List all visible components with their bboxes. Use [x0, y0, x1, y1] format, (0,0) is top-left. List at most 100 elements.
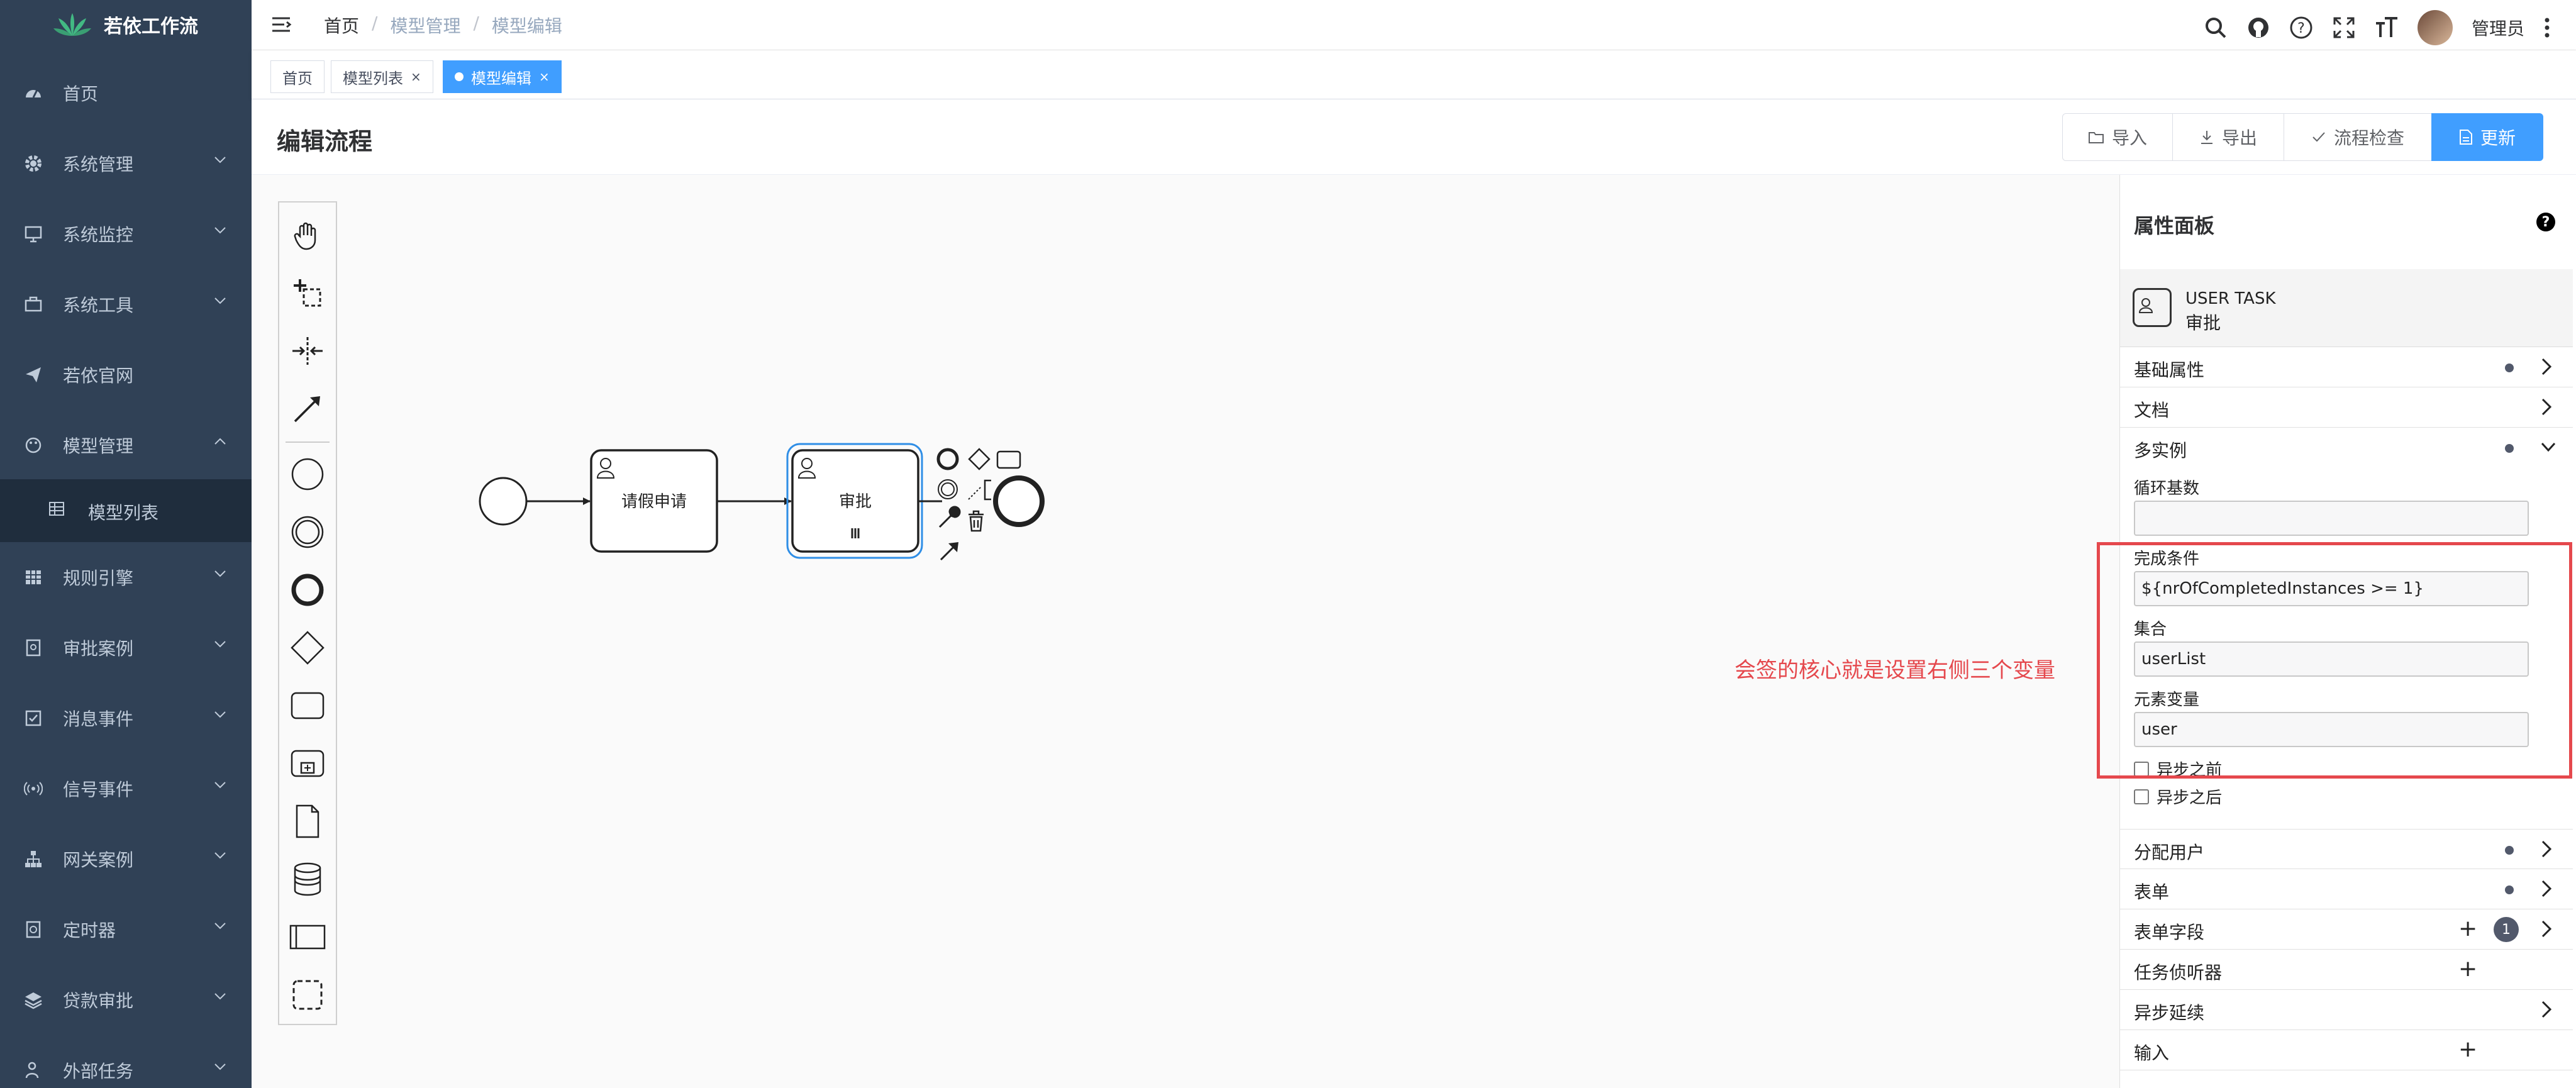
- properties-title: 属性面板: [2134, 214, 2215, 238]
- user-task-icon: [2133, 288, 2172, 327]
- data-object-icon[interactable]: [279, 796, 336, 847]
- hamburger-icon[interactable]: [270, 14, 292, 35]
- sidebar-item-loan[interactable]: 贷款审批: [0, 969, 252, 1031]
- help-icon[interactable]: ?: [2536, 213, 2555, 231]
- sidebar-item-system[interactable]: 系统管理: [0, 132, 252, 195]
- gateway-icon[interactable]: [279, 623, 336, 673]
- group-assignment[interactable]: 分配用户: [2120, 829, 2573, 869]
- count-badge: 1: [2494, 917, 2519, 942]
- sidebar-item-label: 系统管理: [63, 154, 134, 175]
- append-task-icon[interactable]: [996, 450, 1021, 469]
- github-icon[interactable]: [2246, 16, 2270, 40]
- sidebar-item-rules[interactable]: 规则引擎: [0, 546, 252, 609]
- avatar[interactable]: [2417, 10, 2453, 45]
- end-event[interactable]: [993, 475, 1045, 527]
- sidebar-item-signal[interactable]: 信号事件: [0, 757, 252, 820]
- append-gateway-icon[interactable]: [968, 448, 991, 470]
- group-async-continuations[interactable]: 异步延续: [2120, 990, 2573, 1030]
- append-end-event-icon[interactable]: [936, 448, 959, 470]
- question-icon[interactable]: ?: [2289, 16, 2313, 40]
- user-name[interactable]: 管理员: [2472, 15, 2524, 40]
- page-title: 编辑流程: [277, 128, 373, 155]
- start-event[interactable]: [479, 477, 528, 526]
- sidebar-item-message[interactable]: 消息事件: [0, 687, 252, 750]
- bpmn-canvas[interactable]: 请假申请 审批: [252, 175, 2119, 1088]
- group-label: 基础属性: [2134, 360, 2205, 380]
- sidebar-item-website[interactable]: 若依官网: [0, 343, 252, 406]
- task-icon[interactable]: [279, 680, 336, 731]
- group-label: 任务侦听器: [2134, 962, 2223, 983]
- group-icon[interactable]: [279, 970, 336, 1020]
- loop-cardinality-input[interactable]: [2134, 501, 2529, 536]
- sidebar-item-model[interactable]: 模型管理: [0, 414, 252, 477]
- checkbox-icon[interactable]: [2134, 789, 2149, 804]
- fullscreen-icon[interactable]: [2332, 16, 2356, 40]
- add-icon[interactable]: +: [2458, 916, 2477, 941]
- page-header: 编辑流程 导入 导出 流程检查 更新: [252, 99, 2576, 175]
- sidebar-item-gateway[interactable]: 网关案例: [0, 828, 252, 891]
- sidebar-subitem-model-list[interactable]: 模型列表: [0, 479, 252, 542]
- sidebar-item-label: 首页: [63, 84, 99, 104]
- tag-label: 首页: [282, 69, 313, 87]
- chevron-down-icon: [214, 711, 226, 718]
- group-input[interactable]: 输入 +: [2120, 1030, 2573, 1070]
- data-marker-icon: [2505, 885, 2514, 894]
- sidebar-item-label: 审批案例: [63, 638, 134, 659]
- font-size-icon[interactable]: [2375, 16, 2399, 40]
- tag-label: 模型编辑: [471, 69, 531, 87]
- group-form-fields[interactable]: 表单字段 + 1: [2120, 909, 2573, 950]
- pool-icon[interactable]: [279, 912, 336, 962]
- check-button[interactable]: 流程检查: [2284, 113, 2432, 161]
- more-vertical-icon[interactable]: [2543, 16, 2551, 39]
- gear-icon: [23, 153, 44, 174]
- sidebar: 若依工作流 首页 系统管理 系统监控 系统工具 若依官网 模型管理 模型列表 规…: [0, 0, 252, 1088]
- chevron-up-icon: [214, 438, 226, 445]
- group-label: 多实例: [2134, 440, 2187, 461]
- async-after-checkbox[interactable]: 异步之后: [2134, 785, 2222, 808]
- sidebar-item-monitor[interactable]: 系统监控: [0, 203, 252, 265]
- group-form[interactable]: 表单: [2120, 869, 2573, 909]
- breadcrumb-item[interactable]: 首页: [324, 13, 359, 38]
- subprocess-icon[interactable]: [279, 738, 336, 789]
- dashboard-icon: [23, 82, 44, 104]
- sidebar-item-approval[interactable]: 审批案例: [0, 616, 252, 679]
- append-intermediate-event-icon[interactable]: [938, 479, 958, 499]
- sidebar-item-tools[interactable]: 系统工具: [0, 273, 252, 336]
- sidebar-item-home[interactable]: 首页: [0, 62, 252, 125]
- annotation-text: 会签的核心就是设置右侧三个变量: [1735, 658, 2055, 683]
- sidebar-item-timer[interactable]: 定时器: [0, 898, 252, 961]
- chevron-right-icon: [2541, 880, 2552, 897]
- data-store-icon[interactable]: [279, 854, 336, 904]
- tag-home[interactable]: 首页: [270, 60, 325, 93]
- app-logo[interactable]: 若依工作流: [0, 0, 252, 49]
- async-after-label: 异步之后: [2157, 789, 2223, 808]
- data-marker-icon: [2505, 846, 2514, 855]
- group-multi-instance[interactable]: 多实例: [2120, 428, 2573, 468]
- sidebar-item-label: 若依官网: [63, 365, 134, 386]
- group-task-listeners[interactable]: 任务侦听器 +: [2120, 950, 2573, 990]
- wrench-icon[interactable]: [938, 506, 961, 528]
- task-leave-request-label: 请假申请: [621, 492, 687, 511]
- annotation-bracket-icon[interactable]: [984, 479, 991, 501]
- sidebar-item-external-task[interactable]: 外部任务: [0, 1039, 252, 1088]
- sidebar-item-label: 定时器: [63, 920, 116, 941]
- add-icon[interactable]: +: [2458, 1036, 2477, 1062]
- chevron-down-icon: [214, 852, 226, 859]
- group-documentation[interactable]: 文档: [2120, 387, 2573, 428]
- group-general[interactable]: 基础属性: [2120, 347, 2573, 387]
- close-icon[interactable]: ×: [539, 69, 550, 84]
- chevron-down-icon: [214, 227, 226, 234]
- tag-model-edit[interactable]: 模型编辑 ×: [443, 60, 562, 93]
- import-button[interactable]: 导入: [2062, 113, 2173, 161]
- monitor-icon: [23, 223, 44, 245]
- close-icon[interactable]: ×: [411, 69, 421, 84]
- element-name: 审批: [2185, 313, 2221, 333]
- connect-icon[interactable]: [940, 546, 955, 561]
- update-button[interactable]: 更新: [2431, 113, 2543, 161]
- delete-icon[interactable]: [969, 510, 984, 532]
- tag-model-list[interactable]: 模型列表 ×: [331, 60, 433, 93]
- search-icon[interactable]: [2204, 16, 2228, 40]
- add-icon[interactable]: +: [2458, 956, 2477, 982]
- export-button[interactable]: 导出: [2172, 113, 2284, 161]
- append-text-annotation-icon[interactable]: [968, 486, 982, 500]
